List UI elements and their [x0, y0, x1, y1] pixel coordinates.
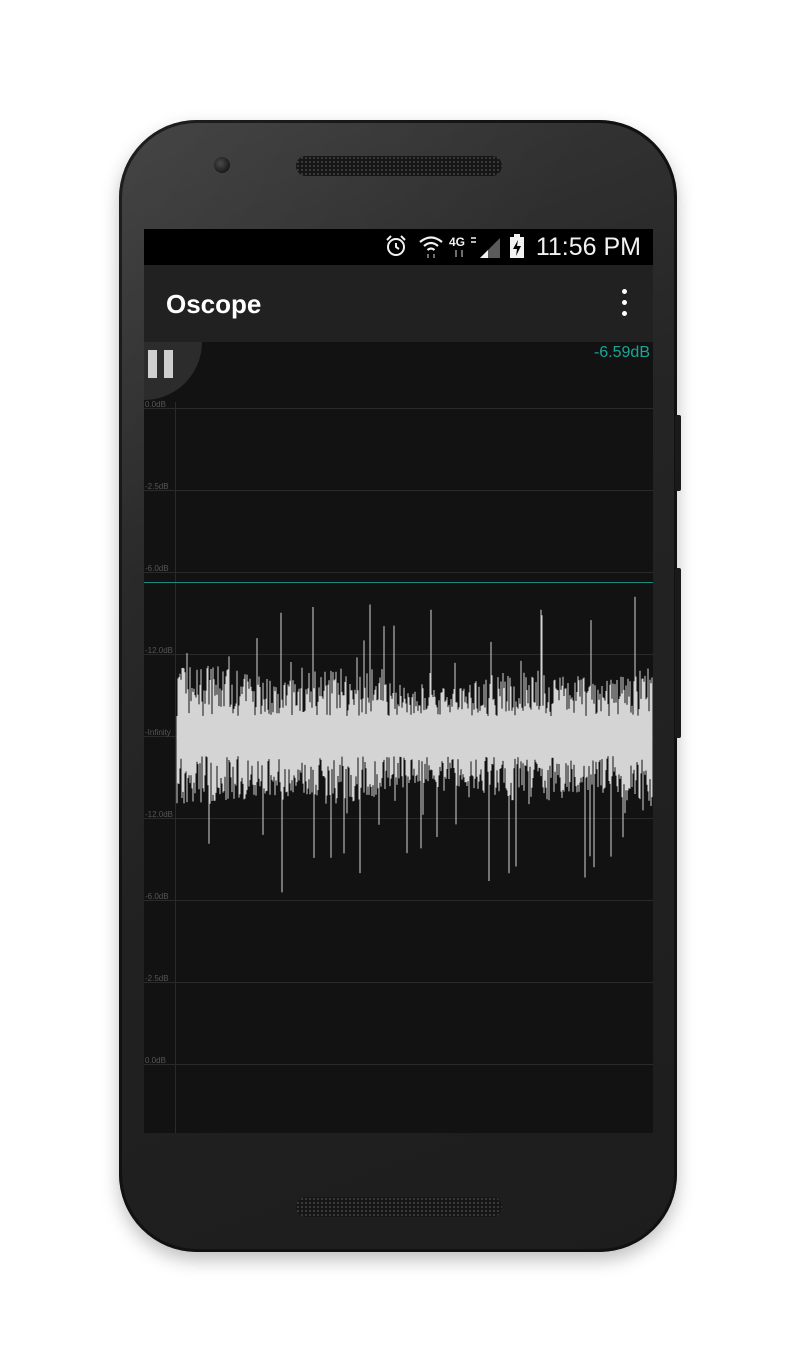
volume-button [675, 568, 681, 738]
level-readout: -6.59dB [593, 344, 650, 361]
svg-text:4G: 4G [449, 235, 465, 249]
front-camera [214, 157, 230, 173]
battery-charging-icon [510, 234, 524, 258]
alarm-icon [386, 235, 406, 256]
app-title: Oscope [166, 289, 262, 319]
waveform [176, 596, 653, 893]
overflow-menu-icon[interactable] [617, 289, 631, 317]
oscilloscope-view: 0.0dB -2.5dB -6.0dB -12.0dB -Infinity -1… [144, 342, 653, 1133]
bottom-speaker [296, 1197, 502, 1217]
top-speaker [296, 156, 502, 176]
pause-icon [148, 350, 157, 378]
status-time: 11:56 PM [535, 233, 641, 261]
status-bar: 4G 11:56 PM [144, 229, 653, 265]
level-threshold-line [144, 582, 653, 583]
wifi-icon [419, 236, 443, 258]
screen: 4G 11:56 PM Oscope 0.0dB -2.5dB -6.0dB -… [144, 229, 653, 1133]
network-4g-icon: 4G [449, 235, 476, 257]
pause-icon-bar [164, 350, 173, 378]
power-button [675, 415, 681, 491]
app-bar: Oscope [144, 265, 653, 342]
cell-signal-icon [480, 238, 500, 258]
